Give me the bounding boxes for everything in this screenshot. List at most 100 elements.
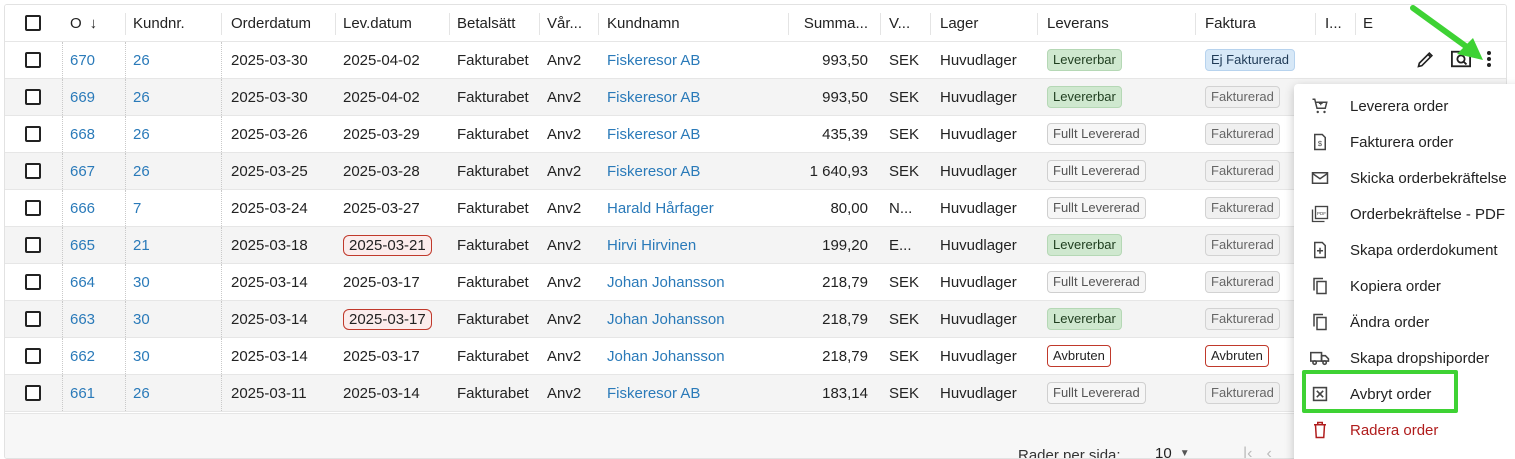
order-number-link[interactable]: 664 bbox=[70, 264, 125, 300]
order-number-link[interactable]: 670 bbox=[70, 42, 125, 78]
column-header-levdatum[interactable]: Lev.datum bbox=[343, 5, 447, 41]
column-header-orderdatum[interactable]: Orderdatum bbox=[231, 5, 335, 41]
table-row[interactable]: 662 30 2025-03-14 2025-03-17 Fakturabet Anv2 J… bbox=[5, 338, 1506, 375]
order-date: 2025-03-24 bbox=[231, 199, 308, 217]
row-checkbox[interactable] bbox=[22, 264, 44, 300]
customer-number-link[interactable]: 30 bbox=[133, 338, 219, 374]
column-header-faktura[interactable]: Faktura bbox=[1205, 5, 1315, 41]
invoice-status-badge: Fakturerad bbox=[1205, 271, 1280, 293]
order-sum: 218,79 bbox=[822, 310, 868, 328]
customer-name-link[interactable]: Harald Hårfager bbox=[607, 190, 787, 226]
customer-name-link[interactable]: Hirvi Hirvinen bbox=[607, 227, 787, 263]
table-row[interactable]: 665 21 2025-03-18 2025-03-21 Fakturabet Anv2 H… bbox=[5, 227, 1506, 264]
column-header-o[interactable]: O ↓ bbox=[70, 5, 125, 41]
customer-number-link[interactable]: 30 bbox=[133, 301, 219, 337]
currency: SEK bbox=[889, 384, 920, 402]
customer-name-link[interactable]: Fiskeresor AB bbox=[607, 42, 787, 78]
column-header-kundnr[interactable]: Kundnr. bbox=[133, 5, 219, 41]
sort-desc-icon[interactable]: ↓ bbox=[90, 15, 98, 32]
order-number-link[interactable]: 663 bbox=[70, 301, 125, 337]
table-row[interactable]: 663 30 2025-03-14 2025-03-17 Fakturabet Anv2 J… bbox=[5, 301, 1506, 338]
column-header-betalsatt[interactable]: Betalsätt bbox=[457, 5, 541, 41]
customer-name-link[interactable]: Fiskeresor AB bbox=[607, 116, 787, 152]
customer-number-link[interactable]: 7 bbox=[133, 190, 219, 226]
menu-item-label: Orderbekräftelse - PDF bbox=[1350, 205, 1506, 223]
customer-number-link[interactable]: 26 bbox=[133, 153, 219, 189]
column-header-lager[interactable]: Lager bbox=[940, 5, 1044, 41]
delivery-status: Fullt Levererad bbox=[1047, 375, 1197, 411]
prev-page-icon[interactable]: ‹ bbox=[1266, 445, 1271, 458]
select-all-checkbox[interactable] bbox=[22, 5, 44, 41]
column-header-e[interactable]: E bbox=[1363, 5, 1393, 41]
row-checkbox[interactable] bbox=[22, 42, 44, 78]
customer-number-link[interactable]: 26 bbox=[133, 42, 219, 78]
customer-name-link[interactable]: Fiskeresor AB bbox=[607, 153, 787, 189]
customer-name-link[interactable]: Fiskeresor AB bbox=[607, 375, 787, 411]
row-checkbox[interactable] bbox=[22, 79, 44, 115]
menu-item-skicka-orderbekräftelse[interactable]: Skicka orderbekräftelse bbox=[1294, 160, 1515, 196]
rows-per-page-select[interactable]: 10 ▼ bbox=[1155, 445, 1190, 458]
delivery-date-value: 2025-03-17 bbox=[343, 347, 420, 365]
order-number-link[interactable]: 665 bbox=[70, 227, 125, 263]
order-sum: 218,79 bbox=[822, 347, 868, 365]
menu-item-orderbekräftelse-pdf[interactable]: PDF Orderbekräftelse - PDF bbox=[1294, 196, 1515, 232]
table-row[interactable]: 664 30 2025-03-14 2025-03-17 Fakturabet Anv2 J… bbox=[5, 264, 1506, 301]
menu-item-radera-order[interactable]: Radera order bbox=[1294, 412, 1515, 448]
customer-name-link[interactable]: Fiskeresor AB bbox=[607, 79, 787, 115]
customer-number-link[interactable]: 26 bbox=[133, 375, 219, 411]
first-page-icon[interactable]: |‹ bbox=[1243, 445, 1252, 458]
delivery-status-badge: Avbruten bbox=[1047, 345, 1111, 367]
column-header-leverans[interactable]: Leverans bbox=[1047, 5, 1197, 41]
table-row[interactable]: 670 26 2025-03-30 2025-04-02 Fakturabet Anv2 F… bbox=[5, 42, 1506, 79]
customer-number-link[interactable]: 26 bbox=[133, 79, 219, 115]
menu-item-label: Fakturera order bbox=[1350, 133, 1454, 151]
column-header-i[interactable]: I... bbox=[1325, 5, 1355, 41]
table-row[interactable]: 668 26 2025-03-26 2025-03-29 Fakturabet Anv2 F… bbox=[5, 116, 1506, 153]
currency: SEK bbox=[889, 273, 920, 291]
menu-item-fakturera-order[interactable]: $ Fakturera order bbox=[1294, 124, 1515, 160]
table-row[interactable]: 666 7 2025-03-24 2025-03-27 Fakturabet Anv2 Ha… bbox=[5, 190, 1506, 227]
order-number-link[interactable]: 666 bbox=[70, 190, 125, 226]
order-number-link[interactable]: 669 bbox=[70, 79, 125, 115]
row-checkbox[interactable] bbox=[22, 338, 44, 374]
table-row[interactable]: 669 26 2025-03-30 2025-04-02 Fakturabet Anv2 F… bbox=[5, 79, 1506, 116]
order-number-link[interactable]: 667 bbox=[70, 153, 125, 189]
column-header-var[interactable]: Vår... bbox=[547, 5, 597, 41]
delivery-date: 2025-03-21 bbox=[343, 227, 447, 263]
column-header-kundnamn[interactable]: Kundnamn bbox=[607, 5, 787, 41]
table-row[interactable]: 661 26 2025-03-11 2025-03-14 Fakturabet Anv2 F… bbox=[5, 375, 1506, 412]
column-header-valuta[interactable]: V... bbox=[889, 5, 929, 41]
row-checkbox[interactable] bbox=[22, 153, 44, 189]
order-number-link[interactable]: 662 bbox=[70, 338, 125, 374]
more-vertical-icon[interactable] bbox=[1486, 50, 1492, 72]
row-checkbox[interactable] bbox=[22, 190, 44, 226]
table-row[interactable]: 667 26 2025-03-25 2025-03-28 Fakturabet Anv2 F… bbox=[5, 153, 1506, 190]
row-checkbox[interactable] bbox=[22, 116, 44, 152]
delivery-status-badge: Levererbar bbox=[1047, 49, 1122, 71]
order-number-link[interactable]: 661 bbox=[70, 375, 125, 411]
row-checkbox[interactable] bbox=[22, 301, 44, 337]
customer-name-link[interactable]: Johan Johansson bbox=[607, 264, 787, 300]
menu-item-kopiera-order[interactable]: Kopiera order bbox=[1294, 268, 1515, 304]
customer-number-link[interactable]: 26 bbox=[133, 116, 219, 152]
customer-number-link[interactable]: 30 bbox=[133, 264, 219, 300]
delivery-date: 2025-03-17 bbox=[343, 301, 447, 337]
row-checkbox[interactable] bbox=[22, 227, 44, 263]
warehouse: Huvudlager bbox=[940, 125, 1017, 143]
menu-item-label: Leverera order bbox=[1350, 97, 1449, 115]
customer-number-link[interactable]: 21 bbox=[133, 227, 219, 263]
column-header-summa[interactable]: Summa... bbox=[793, 5, 868, 41]
warehouse: Huvudlager bbox=[940, 199, 1017, 217]
menu-item-skapa-orderdokument[interactable]: Skapa orderdokument bbox=[1294, 232, 1515, 268]
menu-item-ändra-order[interactable]: Ändra order bbox=[1294, 304, 1515, 340]
order-number-link[interactable]: 668 bbox=[70, 116, 125, 152]
rows-per-page-label: Rader per sida: bbox=[1018, 447, 1121, 459]
warehouse: Huvudlager bbox=[940, 273, 1017, 291]
customer-name-link[interactable]: Johan Johansson bbox=[607, 338, 787, 374]
delivery-status: Fullt Levererad bbox=[1047, 264, 1197, 300]
warehouse: Huvudlager bbox=[940, 236, 1017, 254]
customer-name-link[interactable]: Johan Johansson bbox=[607, 301, 787, 337]
delivery-date: 2025-03-27 bbox=[343, 190, 447, 226]
row-checkbox[interactable] bbox=[22, 375, 44, 411]
menu-item-leverera-order[interactable]: Leverera order bbox=[1294, 88, 1515, 124]
